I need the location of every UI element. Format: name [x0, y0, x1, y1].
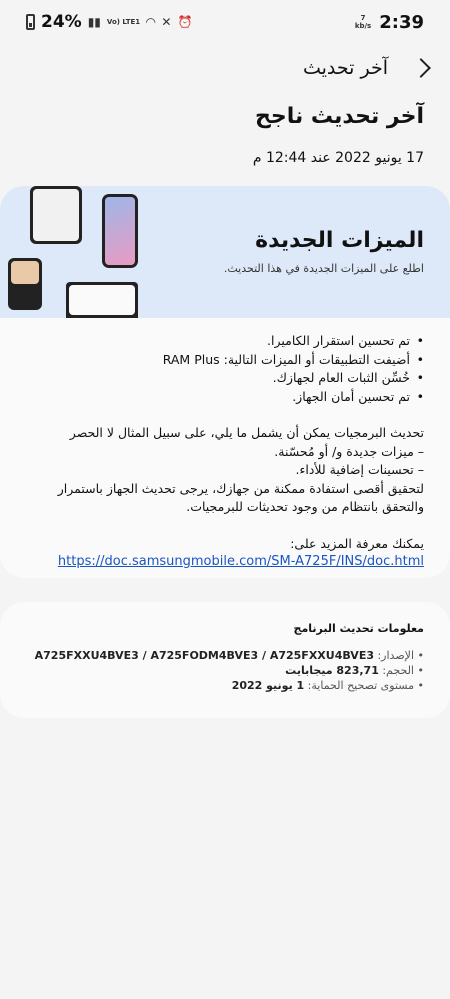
foldable-illustration [8, 258, 42, 310]
phone-illustration [102, 194, 138, 268]
network-speed: 7 kb/s [355, 14, 371, 30]
wifi-icon: ◠ [146, 15, 156, 29]
features-banner: الميزات الجديدة اطلع على الميزات الجديدة… [0, 186, 450, 318]
update-date: 17 يونيو 2022 عند 12:44 م [252, 150, 424, 166]
back-arrow-icon[interactable] [411, 58, 431, 78]
signal-icon: ▮▮ [87, 15, 101, 29]
list-item: تم تحسين أمان الجهاز. [24, 388, 424, 407]
version-label: الإصدار: [373, 649, 414, 662]
feature-list: تم تحسين استقرار الكاميرا. أضيفت التطبيق… [24, 332, 424, 406]
top-app-bar: آخر تحديث [0, 48, 450, 88]
size-label: الحجم: [378, 664, 414, 677]
alarm-icon: ⏰ [177, 15, 193, 29]
learn-more-label: يمكنك معرفة المزيد على: [290, 535, 424, 551]
version-value: A725FXXU4BVE3 / A725FODM4BVE3 / A725FXXU… [34, 649, 374, 662]
tablet-illustration [30, 186, 82, 244]
battery-percent: 24% [41, 12, 82, 32]
list-item: خُسِّن الثبات العام لجهازك. [24, 369, 424, 388]
patch-row: مستوى تصحيح الحماية: 1 يونيو 2022 [35, 678, 425, 693]
software-info-card: معلومات تحديث البرنامج الإصدار: A725FXXU… [0, 602, 450, 718]
laptop-illustration [66, 282, 138, 318]
info-list: الإصدار: A725FXXU4BVE3 / A725FODM4BVE3 /… [34, 648, 425, 693]
page-title: آخر تحديث ناجح [254, 104, 424, 129]
banner-title: الميزات الجديدة [255, 228, 424, 253]
patch-value: 1 يونيو 2022 [231, 679, 305, 692]
speed-unit: kb/s [354, 22, 372, 30]
patch-label: مستوى تصحيح الحماية: [304, 679, 414, 692]
update-intro: تحديث البرمجيات يمكن أن يشمل ما يلي، على… [69, 425, 424, 440]
doc-link[interactable]: https://doc.samsungmobile.com/SM-A725F/I… [24, 553, 424, 572]
size-row: الحجم: 823,71 ميجابايت [35, 663, 424, 678]
update-point-1: – ميزات جديدة و/ أو مُحسّنة. [274, 443, 424, 459]
status-bar: 24% ▮▮ Vo) LTE1 ◠ ✕ ⏰ 7 kb/s 2:39 [0, 0, 450, 44]
status-right: 7 kb/s 2:39 [355, 12, 424, 33]
info-heading: معلومات تحديث البرنامج [293, 622, 424, 635]
update-point-2: – تحسينات إضافية للأداء. [295, 462, 425, 477]
size-value: 823,71 ميجابايت [285, 664, 379, 677]
volte-label: Vo) LTE1 [106, 18, 141, 26]
list-item: تم تحسين استقرار الكاميرا. [24, 332, 424, 351]
header-title: آخر تحديث [302, 57, 388, 79]
update-advice: لتحقيق أقصى استفادة ممكنة من جهازك، يرجى… [57, 480, 424, 515]
mute-icon: ✕ [161, 15, 172, 29]
features-body: تم تحسين استقرار الكاميرا. أضيفت التطبيق… [24, 332, 424, 572]
features-card: الميزات الجديدة اطلع على الميزات الجديدة… [0, 186, 450, 578]
version-row: الإصدار: A725FXXU4BVE3 / A725FODM4BVE3 /… [34, 648, 425, 663]
speed-value: 7 [360, 14, 366, 22]
clock: 2:39 [379, 11, 424, 33]
battery-icon [26, 14, 35, 30]
status-left: 24% ▮▮ Vo) LTE1 ◠ ✕ ⏰ [26, 12, 192, 32]
banner-subtitle: اطلع على الميزات الجديدة في هذا التحديث. [223, 262, 424, 275]
list-item: أضيفت التطبيقات أو الميزات التالية: RAM … [24, 351, 424, 370]
